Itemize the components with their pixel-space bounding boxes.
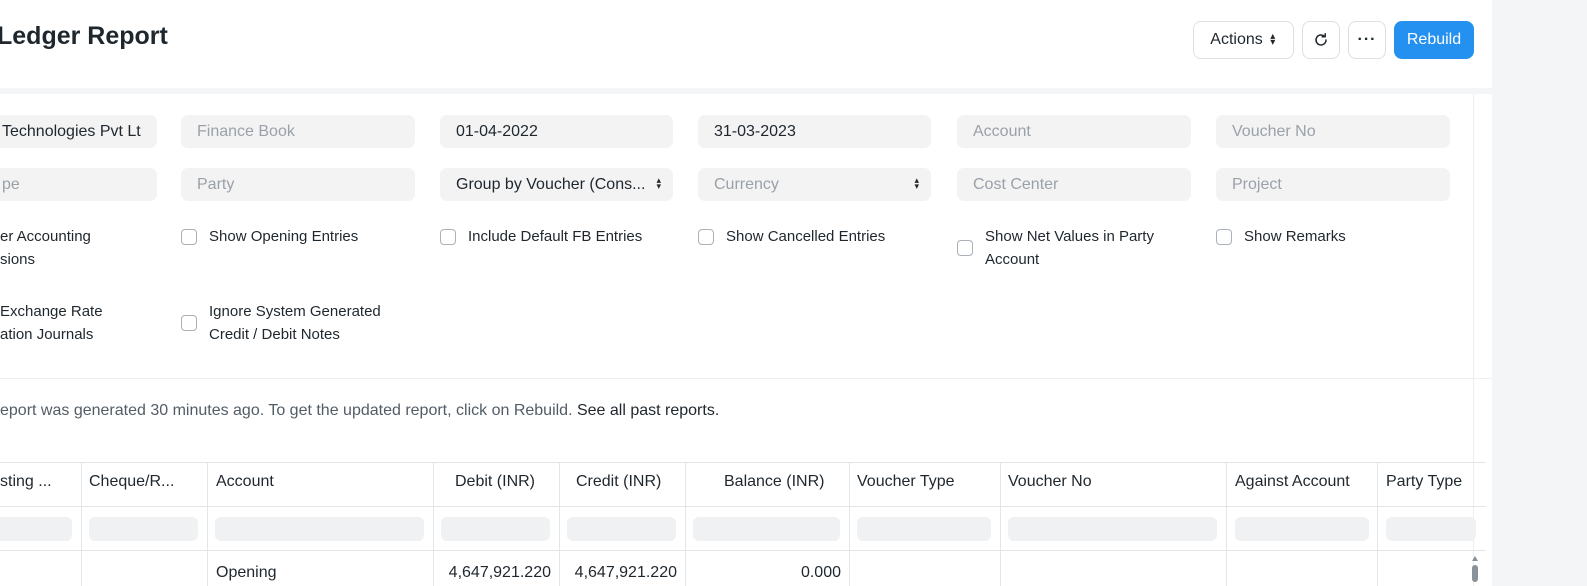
cell-account[interactable]: Opening — [216, 564, 277, 582]
grid-top-border — [0, 462, 1486, 463]
to-date-field[interactable]: 31-03-2023 — [698, 115, 931, 148]
column-divider — [81, 462, 82, 586]
column-divider — [849, 462, 850, 586]
ignore-system-generated-checkbox[interactable] — [181, 315, 197, 331]
more-options-button[interactable]: ··· — [1348, 21, 1386, 59]
column-header-party-type[interactable]: Party Type — [1386, 473, 1476, 491]
actions-label: Actions — [1210, 31, 1263, 48]
show-cancelled-checkbox[interactable] — [698, 229, 714, 245]
actions-button[interactable]: Actions ▴ ▾ — [1193, 21, 1294, 59]
net-values-checkbox[interactable] — [957, 240, 973, 256]
more-icon: ··· — [1357, 31, 1377, 48]
notice-text: eport was generated 30 minutes ago. To g… — [0, 402, 573, 419]
show-cancelled-label: Show Cancelled Entries — [726, 228, 886, 245]
include-default-fb-checkbox[interactable] — [440, 229, 456, 245]
scrollbar-thumb[interactable] — [1471, 555, 1479, 583]
column-filter-input[interactable] — [693, 517, 840, 541]
currency-select[interactable]: Currency ▴ ▾ — [698, 168, 931, 201]
finance-book-field[interactable]: Finance Book — [181, 115, 415, 148]
column-header-credit[interactable]: Credit (INR) — [576, 473, 681, 491]
page-header: Ledger Report Actions ▴ ▾ ··· Rebuild — [0, 0, 1492, 88]
currency-placeholder: Currency — [714, 175, 779, 193]
chevron-up-down-icon: ▴ ▾ — [1270, 31, 1276, 48]
column-header-account[interactable]: Account — [216, 473, 426, 491]
column-header-voucher-type[interactable]: Voucher Type — [857, 473, 997, 491]
cost-center-field[interactable]: Cost Center — [957, 168, 1191, 201]
column-divider — [1226, 462, 1227, 586]
column-filter-input[interactable] — [0, 517, 72, 541]
page-gutter — [1492, 0, 1587, 586]
chevron-up-down-icon: ▴ ▾ — [656, 175, 661, 191]
page-title: Ledger Report — [0, 22, 168, 50]
column-filter-input[interactable] — [1386, 517, 1476, 541]
column-header-against-account[interactable]: Against Account — [1235, 473, 1375, 491]
past-reports-link[interactable]: See all past reports. — [577, 402, 719, 419]
voucher-no-field[interactable]: Voucher No — [1216, 115, 1450, 148]
project-field[interactable]: Project — [1216, 168, 1450, 201]
refresh-button[interactable] — [1302, 21, 1340, 59]
account-field[interactable]: Account — [957, 115, 1191, 148]
cell-debit[interactable]: 4,647,921.220 — [433, 564, 551, 582]
cell-balance[interactable]: 0.000 — [685, 564, 841, 582]
chevron-up-down-icon: ▴ ▾ — [914, 175, 919, 191]
grid-filter-border — [0, 550, 1486, 551]
company-field[interactable]: Technologies Pvt Lt — [0, 115, 157, 148]
column-filter-input[interactable] — [857, 517, 991, 541]
column-header-voucher-no[interactable]: Voucher No — [1008, 473, 1218, 491]
grid-header-border — [0, 506, 1486, 507]
exchange-rate-label: Exchange Rate ation Journals — [0, 303, 103, 343]
column-header-balance[interactable]: Balance (INR) — [724, 473, 844, 491]
column-filter-input[interactable] — [215, 517, 424, 541]
report-page: Ledger Report Actions ▴ ▾ ··· Rebuild Tec… — [0, 0, 1492, 586]
show-remarks-checkbox[interactable] — [1216, 229, 1232, 245]
group-by-value: Group by Voucher (Cons... — [456, 175, 646, 193]
column-header-posting-date[interactable]: sting ... — [0, 473, 78, 491]
section-divider — [0, 378, 1492, 379]
group-by-select[interactable]: Group by Voucher (Cons... ▴ ▾ — [440, 168, 673, 201]
column-header-debit[interactable]: Debit (INR) — [455, 473, 555, 491]
from-date-field[interactable]: 01-04-2022 — [440, 115, 673, 148]
refresh-icon — [1315, 33, 1327, 46]
party-type-field[interactable]: pe — [0, 168, 157, 201]
cell-credit[interactable]: 4,647,921.220 — [559, 564, 677, 582]
include-default-fb-label: Include Default FB Entries — [468, 228, 643, 245]
column-divider — [1000, 462, 1001, 586]
column-divider — [1377, 462, 1378, 586]
column-filter-input[interactable] — [1008, 517, 1217, 541]
show-remarks-label: Show Remarks — [1244, 228, 1346, 245]
column-filter-input[interactable] — [441, 517, 550, 541]
party-field[interactable]: Party — [181, 168, 415, 201]
column-header-cheque[interactable]: Cheque/R... — [89, 473, 201, 491]
accounting-dimensions-label: er Accounting sions — [0, 228, 91, 268]
show-opening-entries-label: Show Opening Entries — [209, 228, 359, 245]
rebuild-button[interactable]: Rebuild — [1394, 21, 1474, 59]
column-filter-input[interactable] — [89, 517, 198, 541]
column-divider — [207, 462, 208, 586]
show-opening-entries-checkbox[interactable] — [181, 229, 197, 245]
column-filter-input[interactable] — [567, 517, 676, 541]
report-notice: eport was generated 30 minutes ago. To g… — [0, 402, 719, 420]
net-values-label: Show Net Values in Party Account — [985, 228, 1154, 268]
ignore-system-generated-label: Ignore System Generated Credit / Debit N… — [209, 303, 381, 343]
column-filter-input[interactable] — [1235, 517, 1369, 541]
